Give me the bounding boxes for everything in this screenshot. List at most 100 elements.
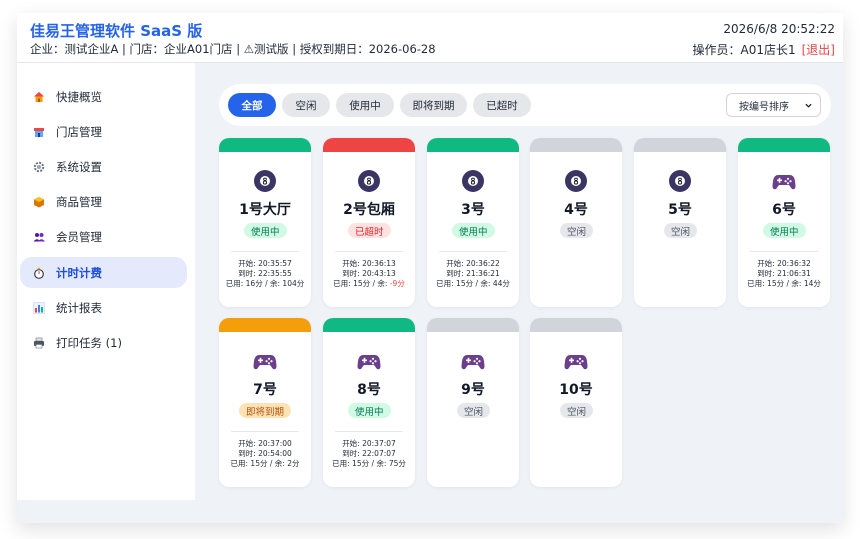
- sidebar-item-products[interactable]: 商品管理: [20, 186, 187, 217]
- card-divider: [335, 431, 403, 432]
- usage-summary: 已用: 16分 / 余: 104分: [225, 279, 305, 288]
- box-icon: [32, 195, 46, 209]
- store-info: 企业：测试企业A | 门店：企业A01门店 | ⚠测试版 | 授权到期日：202…: [30, 42, 436, 56]
- members-icon: [32, 230, 46, 244]
- store-icon: [32, 125, 46, 139]
- stopwatch-icon: [32, 266, 46, 280]
- status-badge: 空闲: [664, 223, 698, 238]
- gamepad-icon: [253, 349, 277, 373]
- gamepad-icon: [461, 349, 485, 373]
- logout-link[interactable]: [退出]: [802, 43, 835, 57]
- sidebar-item-store[interactable]: 门店管理: [20, 116, 187, 147]
- current-datetime: 2026/6/8 20:52:22: [723, 22, 835, 36]
- session-info: 开始: 20:36:22 到时: 21:36:21 已用: 15分 / 余: 44分: [430, 259, 516, 289]
- remaining-time: -9分: [389, 279, 405, 288]
- billiard-ball-icon: [668, 169, 692, 193]
- status-badge: 使用中: [348, 403, 391, 418]
- printer-icon: [32, 336, 46, 350]
- sidebar-item-label: 会员管理: [56, 229, 102, 244]
- status-color-bar: [219, 318, 311, 332]
- operator-info: 操作员：A01店长1 [退出]: [693, 41, 836, 58]
- filter-chip-idle[interactable]: 空闲: [282, 93, 330, 117]
- session-info: 开始: 20:37:00 到时: 20:54:00 已用: 15分 / 余: 2分: [222, 439, 308, 469]
- sidebar-item-settings[interactable]: 系统设置: [20, 151, 187, 182]
- station-name: 8号: [357, 382, 381, 398]
- status-color-bar: [530, 318, 622, 332]
- gamepad-icon: [357, 349, 381, 373]
- status-color-bar: [323, 318, 415, 332]
- status-color-bar: [427, 138, 519, 152]
- status-color-bar: [530, 138, 622, 152]
- billiard-ball-icon: [357, 169, 381, 193]
- station-name: 5号: [668, 202, 692, 218]
- station-card[interactable]: 3号使用中开始: 20:36:22 到时: 21:36:21 已用: 15分 / 余…: [427, 138, 519, 307]
- start-time: 开始: 20:37:00: [238, 439, 292, 448]
- billiard-ball-icon: [253, 169, 277, 193]
- station-card[interactable]: 1号大厅 使用中 开始: 20:35:57 到时: 22:35:55 已用: 16分 /…: [219, 138, 311, 307]
- card-divider: [750, 251, 818, 252]
- start-time: 开始: 20:36:22: [446, 259, 500, 268]
- sidebar-item-members[interactable]: 会员管理: [20, 221, 187, 252]
- station-card[interactable]: 5号空闲: [634, 138, 726, 307]
- station-card[interactable]: 7号 即将到期 开始: 20:37:00 到时: 20:54:00 已用: 15分 / …: [219, 318, 311, 487]
- status-badge: 空闲: [560, 403, 594, 418]
- session-info: 开始: 20:36:13 到时: 20:43:13 已用: 15分 / 余: -9分: [326, 259, 412, 289]
- station-card[interactable]: 6号使用中开始: 20:36:32 到时: 21:06:31 已用: 15分 / 余…: [738, 138, 830, 307]
- station-card[interactable]: 2号包厢 已超时 开始: 20:36:13 到时: 20:43:13 已用: 15分 /…: [323, 138, 415, 307]
- sidebar-item-reports[interactable]: 统计报表: [20, 292, 187, 323]
- station-name: 3号: [461, 202, 485, 218]
- station-card[interactable]: 9号 空闲: [427, 318, 519, 487]
- usage-summary: 已用: 15分 / 余: 75分: [332, 459, 406, 468]
- station-card[interactable]: 10号 空闲: [530, 318, 622, 487]
- remaining-time: 104分: [282, 279, 305, 288]
- status-badge: 使用中: [244, 223, 287, 238]
- usage-summary: 已用: 15分 / 余: 44分: [436, 279, 510, 288]
- bar-chart-icon: [32, 301, 46, 315]
- top-header: 佳易王管理软件 SaaS 版 企业：测试企业A | 门店：企业A01门店 | ⚠…: [17, 13, 843, 63]
- filter-bar: 全部 空闲 使用中 即将到期 已超时 按编号排序: [219, 84, 831, 126]
- billiard-ball-icon: [461, 169, 485, 193]
- session-info: 开始: 20:37:07 到时: 22:07:07 已用: 15分 / 余: 75分: [326, 439, 412, 469]
- card-divider: [231, 251, 299, 252]
- filter-chip-expiring[interactable]: 即将到期: [400, 93, 467, 117]
- sidebar-item-print-tasks[interactable]: 打印任务 (1): [20, 327, 187, 358]
- station-card[interactable]: 8号使用中开始: 20:37:07 到时: 22:07:07 已用: 15分 / 余…: [323, 318, 415, 487]
- sidebar-item-timing-billing[interactable]: 计时计费: [20, 257, 187, 288]
- end-time: 到时: 21:06:31: [757, 269, 811, 278]
- sidebar-item-label: 商品管理: [56, 194, 102, 209]
- status-badge: 使用中: [763, 223, 806, 238]
- status-badge: 使用中: [452, 223, 495, 238]
- station-name: 1号大厅: [239, 202, 291, 218]
- filter-chip-overtime[interactable]: 已超时: [473, 93, 531, 117]
- station-name: 2号包厢: [343, 202, 395, 218]
- end-time: 到时: 21:36:21: [446, 269, 500, 278]
- status-color-bar: [323, 138, 415, 152]
- gamepad-icon: [772, 169, 796, 193]
- status-badge: 即将到期: [239, 403, 292, 418]
- station-card[interactable]: 4号 空闲: [530, 138, 622, 307]
- sidebar-item-label: 统计报表: [56, 300, 102, 315]
- end-time: 到时: 20:43:13: [342, 269, 396, 278]
- session-info: 开始: 20:36:32 到时: 21:06:31 已用: 15分 / 余: 14分: [741, 259, 827, 289]
- sidebar-item-label: 计时计费: [56, 265, 102, 280]
- usage-summary: 已用: 15分 / 余: 14分: [747, 279, 821, 288]
- sidebar: 快捷概览 门店管理 系统设置 商品管理 会员管理 计时计费 统计报表 打印任务: [17, 63, 195, 500]
- sidebar-item-overview[interactable]: 快捷概览: [20, 81, 187, 112]
- start-time: 开始: 20:36:13: [342, 259, 396, 268]
- status-color-bar: [427, 318, 519, 332]
- sort-select[interactable]: 按编号排序: [726, 93, 821, 117]
- usage-summary: 已用: 15分 / 余: -9分: [333, 279, 405, 288]
- operator-label: 操作员：A01店长1: [692, 43, 796, 57]
- chevron-down-icon: [805, 103, 812, 108]
- start-time: 开始: 20:35:57: [238, 259, 292, 268]
- remaining-time: 14分: [803, 279, 821, 288]
- station-name: 9号: [461, 382, 485, 398]
- end-time: 到时: 20:54:00: [238, 449, 292, 458]
- sidebar-item-label: 快捷概览: [56, 89, 102, 104]
- filter-chip-all[interactable]: 全部: [228, 93, 276, 117]
- gear-icon: [32, 160, 46, 174]
- station-name: 4号: [564, 202, 588, 218]
- station-name: 6号: [772, 202, 796, 218]
- filter-chip-in-use[interactable]: 使用中: [336, 93, 394, 117]
- card-divider: [439, 251, 507, 252]
